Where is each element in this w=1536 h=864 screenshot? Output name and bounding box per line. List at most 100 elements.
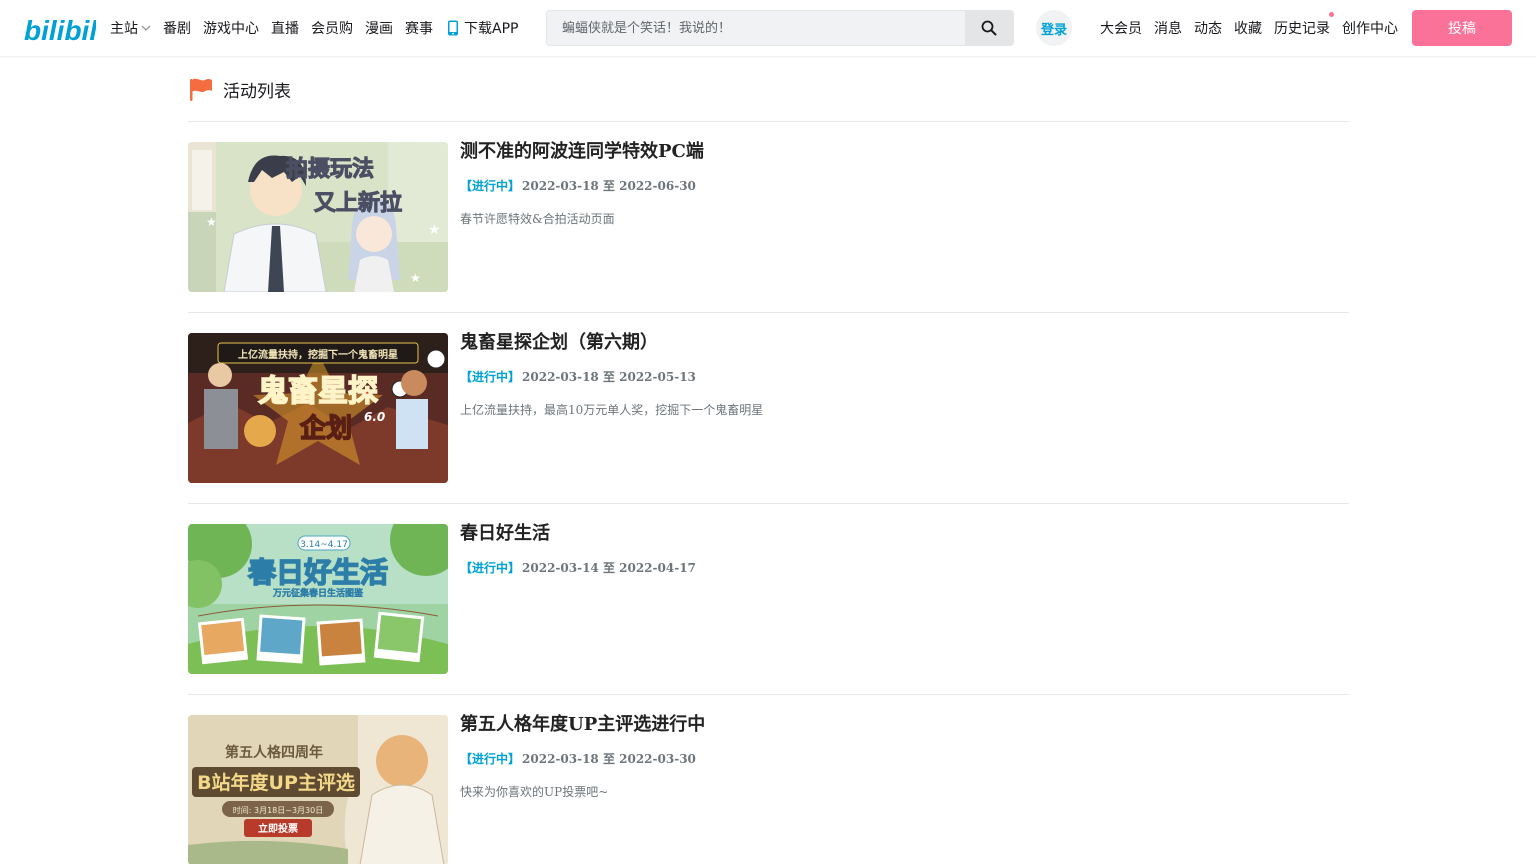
- nav-anime-label: 番剧: [163, 21, 191, 37]
- cover-text-vote: 立即投票: [258, 822, 298, 835]
- activity-item: 第五人格四周年 B站年度UP主评选 时间: 3月18日~3月30日 立即投票 第…: [188, 715, 1349, 864]
- svg-text:★: ★: [206, 215, 217, 229]
- activity-info: 第五人格年度UP主评选进行中 【进行中】 2022-03-18 至 2022-03…: [460, 715, 705, 800]
- activity-info: 测不准的阿波连同学特效PC端 【进行中】 2022-03-18 至 2022-06…: [460, 142, 704, 227]
- nav-dynamics[interactable]: 动态: [1194, 18, 1222, 38]
- nav-creator-center-label: 创作中心: [1342, 21, 1398, 37]
- top-header: bilibili 主站 番剧 游戏中心 直播 会员购 漫画 赛事 下载APP: [0, 0, 1536, 56]
- search-button[interactable]: [965, 11, 1013, 45]
- activity-meta: 【进行中】 2022-03-18 至 2022-05-13: [460, 370, 763, 384]
- activity-info: 春日好生活 【进行中】 2022-03-14 至 2022-04-17: [460, 524, 696, 594]
- nav-history-label: 历史记录: [1274, 21, 1330, 37]
- cover-text-title: 春日好生活: [248, 556, 388, 589]
- nav-live[interactable]: 直播: [271, 18, 299, 38]
- cover-image-identity-v-award: 第五人格四周年 B站年度UP主评选 时间: 3月18日~3月30日 立即投票: [188, 715, 448, 864]
- activity-info: 鬼畜星探企划（第六期） 【进行中】 2022-03-18 至 2022-05-13…: [460, 333, 764, 418]
- nav-mall[interactable]: 会员购: [311, 18, 353, 38]
- activity-title[interactable]: 春日好生活: [460, 524, 696, 544]
- svg-text:★: ★: [410, 271, 421, 285]
- cover-image-spring-life: 3.14~4.17 春日好生活 万元征集春日生活图鉴: [188, 524, 448, 674]
- activity-description: 快来为你喜欢的UP投票吧~: [460, 785, 609, 799]
- chevron-down-icon: [141, 25, 151, 31]
- nav-vip-label: 大会员: [1100, 21, 1142, 37]
- activity-cover[interactable]: 上亿流量扶持，挖掘下一个鬼畜明星 鬼畜星探 企划 6.0: [188, 333, 448, 483]
- bilibili-logo[interactable]: bilibili: [24, 10, 96, 46]
- upload-button[interactable]: 投稿: [1412, 10, 1512, 46]
- cover-text-subtitle: 万元征集春日生活图鉴: [272, 587, 364, 599]
- cover-text-line2: 又上新拉: [314, 190, 402, 216]
- activity-meta: 【进行中】 2022-03-18 至 2022-06-30: [460, 179, 704, 193]
- cover-text-time: 时间: 3月18日~3月30日: [233, 805, 323, 815]
- activity-description: 春节许愿特效&合拍活动页面: [460, 212, 615, 226]
- activity-meta: 【进行中】 2022-03-14 至 2022-04-17: [460, 561, 696, 575]
- cover-text-anniversary: 第五人格四周年: [225, 744, 323, 761]
- nav-home-label: 主站: [110, 21, 138, 37]
- cover-image-anime-classroom: 拍摄玩法 又上新拉 ★ ★ ★: [188, 142, 448, 292]
- cover-text-title: B站年度UP主评选: [197, 771, 355, 794]
- search-input[interactable]: [547, 11, 965, 45]
- status-badge: 【进行中】: [460, 179, 521, 193]
- cover-text-dates: 3.14~4.17: [300, 540, 348, 550]
- search-bar: [546, 10, 1014, 46]
- main-nav: 主站 番剧 游戏中心 直播 会员购 漫画 赛事 下载APP: [110, 0, 530, 56]
- activity-dates: 2022-03-18 至 2022-05-13: [522, 370, 696, 384]
- nav-messages[interactable]: 消息: [1154, 18, 1182, 38]
- nav-mall-label: 会员购: [311, 21, 353, 37]
- status-badge: 【进行中】: [460, 370, 521, 384]
- activity-description: 上亿流量扶持，最高10万元单人奖，挖掘下一个鬼畜明星: [460, 403, 764, 417]
- cover-text-version: 6.0: [364, 410, 385, 424]
- nav-game-center[interactable]: 游戏中心: [203, 18, 259, 38]
- svg-text:bilibili: bilibili: [24, 15, 96, 46]
- activity-list: 拍摄玩法 又上新拉 ★ ★ ★ 测不准的阿波连同学特效PC端 【进行中】 2022…: [188, 142, 1349, 864]
- status-badge: 【进行中】: [460, 752, 521, 766]
- nav-download-app[interactable]: 下载APP: [447, 18, 518, 38]
- activity-item: 3.14~4.17 春日好生活 万元征集春日生活图鉴 春日好生活 【进行中】 2…: [188, 524, 1349, 715]
- nav-anime[interactable]: 番剧: [163, 18, 191, 38]
- item-divider: [188, 503, 1349, 504]
- nav-manga[interactable]: 漫画: [365, 18, 393, 38]
- activity-title[interactable]: 测不准的阿波连同学特效PC端: [460, 142, 704, 162]
- nav-download-app-label: 下载APP: [464, 21, 519, 37]
- flag-icon: [190, 78, 212, 101]
- cover-text-subtitle: 企划: [300, 413, 352, 444]
- cover-text-title: 鬼畜星探: [258, 374, 378, 409]
- item-divider: [188, 694, 1349, 695]
- status-badge: 【进行中】: [460, 561, 521, 575]
- nav-messages-label: 消息: [1154, 21, 1182, 37]
- cover-image-kichiku-scout: 上亿流量扶持，挖掘下一个鬼畜明星 鬼畜星探 企划 6.0: [188, 333, 448, 483]
- activity-title[interactable]: 第五人格年度UP主评选进行中: [460, 715, 705, 735]
- activity-item: 上亿流量扶持，挖掘下一个鬼畜明星 鬼畜星探 企划 6.0 鬼畜星探企划（第六期）…: [188, 333, 1349, 524]
- nav-game-center-label: 游戏中心: [203, 21, 259, 37]
- svg-text:★: ★: [428, 222, 441, 238]
- nav-esports[interactable]: 赛事: [405, 18, 433, 38]
- activity-dates: 2022-03-18 至 2022-06-30: [522, 179, 696, 193]
- activity-item: 拍摄玩法 又上新拉 ★ ★ ★ 测不准的阿波连同学特效PC端 【进行中】 2022…: [188, 142, 1349, 333]
- cover-text-banner: 上亿流量扶持，挖掘下一个鬼畜明星: [238, 348, 398, 361]
- nav-favorites-label: 收藏: [1234, 21, 1262, 37]
- activity-cover[interactable]: 3.14~4.17 春日好生活 万元征集春日生活图鉴: [188, 524, 448, 674]
- activity-dates: 2022-03-14 至 2022-04-17: [522, 561, 696, 575]
- title-divider: [188, 121, 1349, 122]
- item-divider: [188, 312, 1349, 313]
- nav-manga-label: 漫画: [365, 21, 393, 37]
- nav-home[interactable]: 主站: [110, 18, 151, 38]
- cover-text-line1: 拍摄玩法: [286, 156, 374, 182]
- nav-esports-label: 赛事: [405, 21, 433, 37]
- user-nav: 大会员 消息 动态 收藏 历史记录 创作中心: [1100, 0, 1410, 56]
- activity-title[interactable]: 鬼畜星探企划（第六期）: [460, 333, 763, 353]
- nav-live-label: 直播: [271, 21, 299, 37]
- notification-dot: [1329, 12, 1334, 17]
- activity-dates: 2022-03-18 至 2022-03-30: [522, 752, 696, 766]
- activity-cover[interactable]: 拍摄玩法 又上新拉 ★ ★ ★: [188, 142, 448, 292]
- phone-icon: [448, 20, 458, 36]
- page-title: 活动列表: [188, 76, 291, 102]
- nav-favorites[interactable]: 收藏: [1234, 18, 1262, 38]
- nav-vip[interactable]: 大会员: [1100, 18, 1142, 38]
- activity-cover[interactable]: 第五人格四周年 B站年度UP主评选 时间: 3月18日~3月30日 立即投票: [188, 715, 448, 864]
- nav-creator-center[interactable]: 创作中心: [1342, 18, 1398, 38]
- login-button[interactable]: 登录: [1036, 10, 1072, 46]
- nav-history[interactable]: 历史记录: [1274, 12, 1334, 38]
- search-icon: [981, 20, 997, 36]
- activity-meta: 【进行中】 2022-03-18 至 2022-03-30: [460, 752, 705, 766]
- nav-dynamics-label: 动态: [1194, 21, 1222, 37]
